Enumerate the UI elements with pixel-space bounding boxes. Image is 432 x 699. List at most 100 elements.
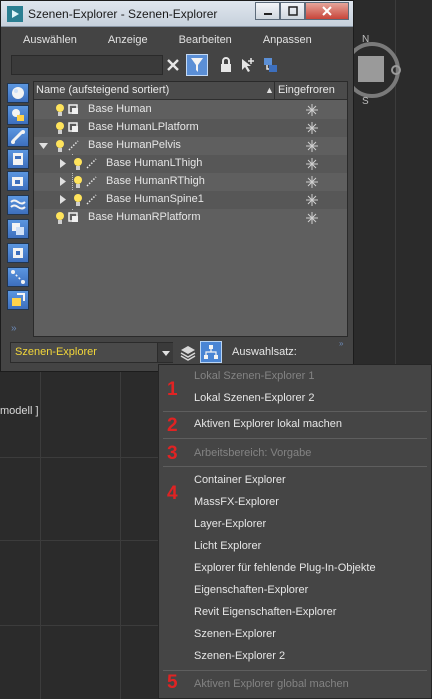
explorer-select-value: Szenen-Explorer	[15, 346, 97, 358]
visibility-bulb-icon[interactable]	[55, 139, 65, 153]
visibility-bulb-icon[interactable]	[55, 121, 65, 135]
filter-toggle-button[interactable]	[186, 54, 208, 76]
select-children-icon[interactable]	[263, 57, 279, 73]
filter-geometry-button[interactable]	[7, 83, 29, 103]
compass-south: S	[362, 96, 369, 106]
snowflake-icon[interactable]	[305, 193, 319, 207]
dotted-bone-icon	[86, 194, 97, 205]
menu-item-light-explorer[interactable]: Licht Explorer	[194, 540, 261, 552]
menu-auswaehlen[interactable]: Auswählen	[23, 34, 77, 50]
close-button[interactable]	[305, 2, 349, 20]
menu-separator	[163, 438, 427, 439]
snowflake-icon[interactable]	[305, 157, 319, 171]
viewcube-compass-icon[interactable]: N S	[350, 30, 406, 106]
row-label: Base HumanLThigh	[106, 157, 203, 169]
column-header-name[interactable]: Name (aufsteigend sortiert)	[36, 84, 169, 96]
explorer-select-arrow[interactable]	[157, 343, 173, 362]
step-badge-5: 5	[167, 672, 178, 693]
tree-row[interactable]: Base HumanLPlatform	[34, 119, 347, 137]
visibility-bulb-icon[interactable]	[55, 211, 65, 225]
tree-row[interactable]: Base HumanLThigh	[34, 155, 347, 173]
filter-bones-button[interactable]	[7, 267, 29, 287]
close-icon	[322, 6, 332, 16]
tree-header: Name (aufsteigend sortiert) ▲ Eingefrore…	[34, 82, 347, 100]
filter-cameras-button[interactable]	[7, 149, 29, 169]
menu-separator	[163, 466, 427, 467]
select-add-icon[interactable]	[239, 57, 255, 73]
bone-icon	[11, 130, 25, 144]
menu-item-workspace: Arbeitsbereich: Vorgabe	[194, 447, 312, 459]
filter-lights-button[interactable]	[7, 127, 29, 147]
row-label: Base HumanLPlatform	[88, 121, 199, 133]
filter-spacewarps-button[interactable]	[7, 195, 29, 215]
menu-item-properties-explorer[interactable]: Eigenschaften-Explorer	[194, 584, 308, 596]
dotted-bone-icon	[86, 176, 97, 187]
compass-north: N	[362, 34, 369, 45]
step-badge-1: 1	[167, 379, 178, 400]
tree-row[interactable]: Base Human	[34, 101, 347, 119]
collapsed-arrow-icon[interactable]	[58, 177, 67, 186]
hierarchy-mode-button[interactable]	[200, 341, 222, 363]
chevron-down-icon	[161, 350, 170, 356]
menu-item-container-explorer[interactable]: Container Explorer	[194, 474, 286, 486]
sphere-icon	[12, 87, 24, 99]
helper-icon	[13, 153, 23, 165]
snowflake-icon[interactable]	[305, 175, 319, 189]
lock-icon[interactable]	[218, 57, 234, 73]
panel-resize-icon[interactable]: »	[339, 339, 343, 348]
column-header-frozen[interactable]: Eingefroren	[278, 84, 335, 96]
collapsed-arrow-icon[interactable]	[58, 195, 67, 204]
dotted-bone-icon	[86, 158, 97, 169]
visibility-bulb-icon[interactable]	[73, 175, 83, 189]
snowflake-icon[interactable]	[305, 121, 319, 135]
menu-item-missing-plugin-explorer[interactable]: Explorer für fehlende Plug-In-Objekte	[194, 562, 376, 574]
menu-separator	[163, 670, 427, 671]
scene-explorer-window: Szenen-Explorer - Szenen-Explorer Auswäh…	[0, 0, 354, 372]
visibility-bulb-icon[interactable]	[73, 157, 83, 171]
step-badge-4: 4	[167, 483, 178, 504]
search-input[interactable]	[11, 55, 163, 75]
menu-anzeige[interactable]: Anzeige	[108, 34, 148, 50]
xref-icon	[12, 293, 25, 306]
layers-icon[interactable]	[179, 344, 197, 362]
explorer-select[interactable]: Szenen-Explorer	[10, 342, 173, 363]
sidebar-more-icon[interactable]: »	[11, 323, 17, 334]
menu-item-make-global: Aktiven Explorer global machen	[194, 678, 349, 690]
menu-item-local-explorer-2[interactable]: Lokal Szenen-Explorer 2	[194, 392, 314, 404]
visibility-bulb-icon[interactable]	[73, 193, 83, 207]
menu-bearbeiten[interactable]: Bearbeiten	[179, 34, 232, 50]
scene-tree[interactable]: Name (aufsteigend sortiert) ▲ Eingefrore…	[33, 81, 348, 337]
snowflake-icon[interactable]	[305, 103, 319, 117]
titlebar[interactable]: Szenen-Explorer - Szenen-Explorer	[1, 1, 353, 27]
dotted-bone-icon	[68, 140, 79, 151]
menu-item-massfx-explorer[interactable]: MassFX-Explorer	[194, 496, 279, 508]
menu-item-layer-explorer[interactable]: Layer-Explorer	[194, 518, 266, 530]
visibility-bulb-icon[interactable]	[55, 103, 65, 117]
snowflake-icon[interactable]	[305, 211, 319, 225]
filter-xrefs-button[interactable]	[7, 290, 29, 310]
filter-groups-button[interactable]	[7, 219, 29, 239]
camera-icon	[12, 177, 23, 186]
menu-item-scene-explorer[interactable]: Szenen-Explorer	[194, 628, 276, 640]
maximize-button[interactable]	[280, 2, 305, 20]
filter-containers-button[interactable]	[7, 243, 29, 263]
collapsed-arrow-icon[interactable]	[58, 159, 67, 168]
tree-row[interactable]: Base HumanRThigh	[34, 173, 347, 191]
column-divider[interactable]	[274, 82, 275, 100]
viewport-label[interactable]: modell ]	[0, 405, 39, 417]
expanded-arrow-icon[interactable]	[39, 141, 48, 150]
minimize-button[interactable]	[255, 2, 280, 20]
tree-row[interactable]: Base HumanSpine1	[34, 191, 347, 209]
menu-item-revit-properties-explorer[interactable]: Revit Eigenschaften-Explorer	[194, 606, 336, 618]
app-logo-icon	[7, 6, 23, 22]
filter-helpers-button[interactable]	[7, 171, 29, 191]
clear-search-icon[interactable]	[165, 57, 181, 73]
menu-anpassen[interactable]: Anpassen	[263, 34, 312, 50]
tree-row[interactable]: Base HumanRPlatform	[34, 209, 347, 227]
menu-item-scene-explorer-2[interactable]: Szenen-Explorer 2	[194, 650, 285, 662]
filter-shapes-button[interactable]	[7, 105, 29, 125]
bone-object-icon	[68, 212, 78, 222]
snowflake-icon[interactable]	[305, 139, 319, 153]
tree-row[interactable]: Base HumanPelvis	[34, 137, 347, 155]
menu-item-make-local[interactable]: Aktiven Explorer lokal machen	[194, 418, 342, 430]
